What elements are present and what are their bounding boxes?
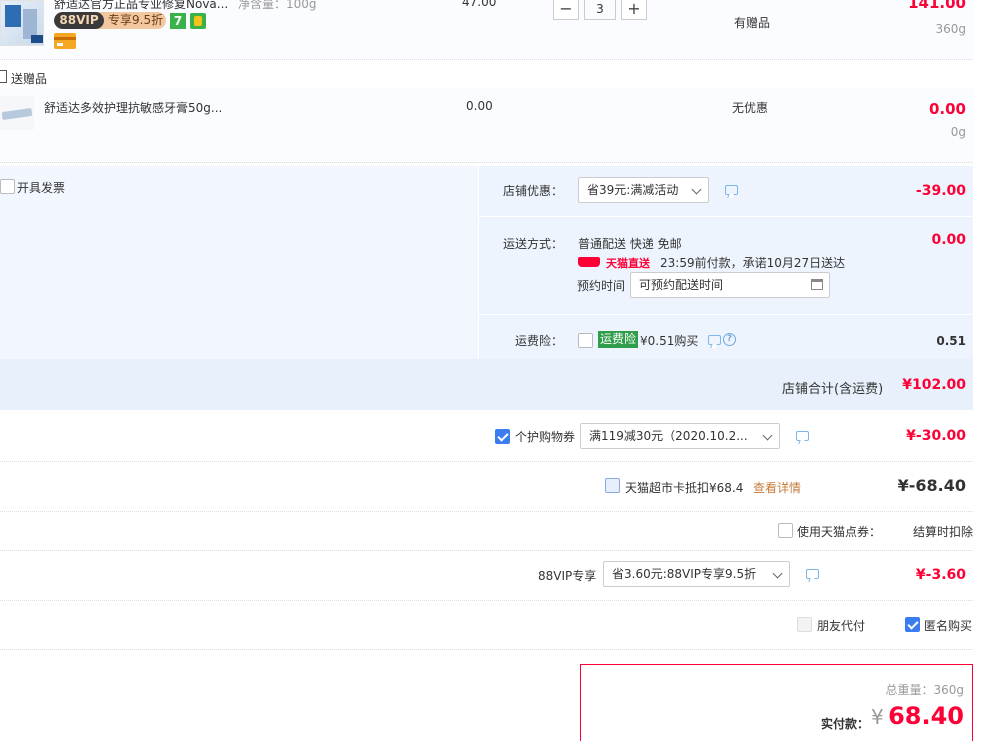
actual-pay-currency: ¥ (871, 705, 884, 729)
gift-weight: 0g (950, 125, 966, 139)
shop-discount-select[interactable]: 省39元:满减活动 (578, 177, 709, 203)
gift-promo: 无优惠 (732, 101, 769, 115)
gift-price: 0.00 (466, 99, 493, 113)
insurance-price: ¥0.51购买 (640, 334, 699, 348)
insurance-checkbox[interactable] (578, 333, 593, 348)
friend-pay-checkbox[interactable] (797, 617, 812, 632)
shop-total-label: 店铺合计(含运费) (782, 382, 884, 397)
quantity-stepper: − 3 + (553, 0, 647, 22)
total-weight: 总重量：360g (885, 683, 964, 697)
quantity-increase-button[interactable]: + (621, 0, 647, 20)
shipping-label: 运送方式： (503, 237, 564, 251)
points-row: 使用天猫点券： 结算时扣除 (0, 512, 973, 551)
credit-card-icon (54, 33, 76, 49)
gift-row: 舒适达多效护理抗敏感牙膏50g... 0.00 无优惠 0.00 0g (0, 88, 973, 163)
item1-spec: 净含量：100g (238, 0, 317, 11)
insurance-tag: 运费险 (598, 331, 639, 348)
insurance-label: 运费险： (515, 334, 564, 348)
item-row-1: 舒适达官方正品专业修复Nova... 净含量：100g 88VIP 专享9.5折… (0, 0, 973, 60)
gift-thumbnail[interactable] (0, 96, 34, 130)
invoice-label: 开具发票 (17, 181, 66, 195)
divider (478, 314, 973, 315)
shop-discount-amount: -39.00 (915, 183, 966, 199)
actual-pay-label: 实付款： (821, 717, 870, 731)
gift-section-label: 送赠品 (11, 72, 48, 86)
anonymous-checkbox[interactable] (905, 617, 920, 632)
payment-summary-box: 总重量：360g 实付款： ¥ 68.40 (580, 664, 973, 741)
tmall-card-amount: ¥-68.40 (897, 476, 966, 495)
pay-options-row: 朋友代付 匿名购买 (0, 601, 973, 650)
shop-discount-value: 省39元:满减活动 (587, 183, 679, 197)
points-note: 结算时扣除 (912, 525, 973, 539)
item1-title[interactable]: 舒适达官方正品专业修复Nova... (54, 0, 228, 12)
delivery-promise: 23:59前付款，承诺10月27日送达 (660, 256, 846, 270)
coupon-label: 个护购物券 (515, 430, 576, 444)
shop-discount-label: 店铺优惠： (503, 184, 564, 198)
coupon-select[interactable]: 满119减30元（2020.10.2... (580, 423, 780, 449)
vip88-label: 88VIP专享 (538, 569, 597, 583)
tmall-card-checkbox[interactable] (605, 478, 620, 493)
reserve-time-input[interactable]: 可预约配送时间 (630, 272, 830, 298)
vip88-row: 88VIP专享 省3.60元:88VIP专享9.5折 ¥-3.60 (0, 551, 973, 601)
vip-tag-label: 88VIP (54, 12, 104, 29)
help-icon[interactable]: ? (723, 333, 736, 346)
quantity-input[interactable]: 3 (584, 0, 616, 20)
vip88-value: 省3.60元:88VIP专享9.5折 (612, 567, 757, 581)
gift-total: 0.00 (928, 100, 966, 118)
tmall-card-row: 天猫超市卡抵扣¥68.4 查看详情 ¥-68.40 (0, 462, 973, 512)
message-icon[interactable] (796, 431, 809, 441)
tmall-card-label: 天猫超市卡抵扣¥68.4 (625, 481, 744, 495)
points-checkbox[interactable] (778, 523, 793, 538)
actual-pay-amount: 68.40 (888, 702, 964, 730)
chevron-down-icon (762, 430, 773, 441)
item1-promo: 有赠品 (734, 16, 771, 30)
item1-price: 47.00 (462, 0, 497, 9)
shipping-amount: 0.00 (931, 232, 966, 248)
coupon-checkbox[interactable] (495, 429, 510, 444)
order-options-panel: 开具发票 店铺优惠： 省39元:满减活动 -39.00 运送方式： 普通配送 快… (0, 166, 973, 410)
reserve-time-label: 预约时间 (577, 279, 626, 293)
shipping-method: 普通配送 快递 免邮 (578, 237, 682, 251)
friend-pay-label: 朋友代付 (817, 619, 866, 633)
cat-logo-icon (578, 257, 600, 267)
tmall-direct-label: 天猫直送 (606, 257, 650, 270)
anonymous-label: 匿名购买 (924, 619, 973, 633)
message-icon[interactable] (708, 335, 721, 345)
gift-icon (0, 70, 7, 83)
vip88-select[interactable]: 省3.60元:88VIP专享9.5折 (603, 561, 790, 587)
insurance-amount: 0.51 (936, 334, 966, 348)
item1-thumbnail[interactable] (0, 0, 44, 46)
message-icon[interactable] (806, 569, 819, 579)
invoice-checkbox-box[interactable] (0, 179, 15, 194)
service-icon (190, 13, 206, 29)
item1-weight: 360g (935, 22, 966, 36)
vip-discount-tag: 88VIP 专享9.5折 (54, 12, 166, 29)
seven-day-return-badge: 7 (170, 13, 186, 29)
vip-tag-discount: 专享9.5折 (108, 13, 164, 27)
coupon-amount: ¥-30.00 (906, 428, 966, 444)
item1-total: 141.00 (908, 0, 966, 12)
coupon-value: 满119减30元（2020.10.2... (589, 429, 748, 443)
vip88-amount: ¥-3.60 (915, 567, 966, 583)
calendar-icon (811, 279, 823, 290)
points-label: 使用天猫点券： (797, 525, 882, 539)
message-icon[interactable] (725, 185, 738, 195)
shop-total-amount: ¥102.00 (902, 377, 966, 393)
tmall-card-details-link[interactable]: 查看详情 (753, 479, 801, 496)
reserve-time-placeholder: 可预约配送时间 (639, 278, 724, 292)
quantity-decrease-button[interactable]: − (553, 0, 579, 20)
gift-title[interactable]: 舒适达多效护理抗敏感牙膏50g... (44, 99, 222, 116)
chevron-down-icon (772, 568, 783, 579)
divider (478, 216, 973, 217)
chevron-down-icon (691, 184, 702, 195)
coupon-row: 个护购物券 满119减30元（2020.10.2... ¥-30.00 (0, 411, 973, 462)
